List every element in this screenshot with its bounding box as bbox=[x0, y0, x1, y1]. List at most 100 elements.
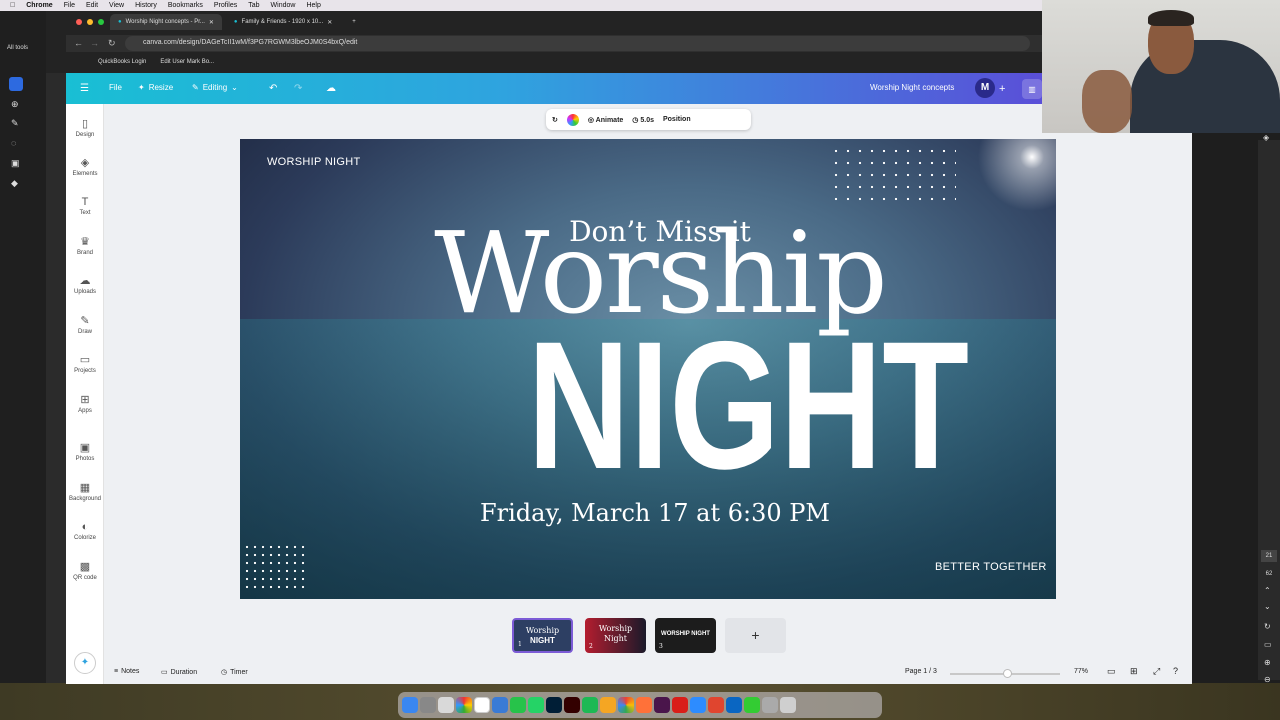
menu-bookmarks[interactable]: Bookmarks bbox=[168, 2, 203, 9]
editing-dropdown[interactable]: ✎ Editing ⌄ bbox=[192, 83, 238, 92]
whatsapp-icon[interactable] bbox=[528, 697, 544, 713]
bookmark-quickbooks[interactable]: QuickBooks Login bbox=[98, 59, 146, 65]
add-collaborator-button[interactable]: + bbox=[999, 83, 1005, 95]
app-blue-icon[interactable] bbox=[726, 697, 742, 713]
forward-icon[interactable]: → bbox=[90, 38, 99, 48]
menu-file[interactable]: File bbox=[64, 2, 75, 9]
nav-apps[interactable]: ⊞ Apps bbox=[66, 394, 104, 414]
redo-icon[interactable]: ↷ bbox=[294, 83, 302, 94]
menu-edit[interactable]: Edit bbox=[86, 2, 98, 9]
magic-assistant-icon[interactable]: ✦ bbox=[74, 652, 96, 674]
launchpad-icon[interactable] bbox=[438, 697, 454, 713]
all-tools-label[interactable]: All tools bbox=[7, 45, 28, 51]
duration-button[interactable]: ◷ 5.0s bbox=[632, 116, 654, 124]
photoshop-icon[interactable] bbox=[546, 697, 562, 713]
menu-profiles[interactable]: Profiles bbox=[214, 2, 237, 9]
fill-tool-icon[interactable]: ◆ bbox=[11, 178, 18, 189]
nav-photos[interactable]: ▣ Photos bbox=[66, 442, 104, 462]
tool-hand-icon[interactable] bbox=[9, 77, 23, 91]
menu-tab[interactable]: Tab bbox=[248, 2, 259, 9]
app-gray-icon[interactable] bbox=[762, 697, 778, 713]
slack-icon[interactable] bbox=[654, 697, 670, 713]
nav-colorize[interactable]: ◐ Colorize bbox=[66, 521, 104, 541]
event-date[interactable]: Friday, March 17 at 6:30 PM bbox=[440, 499, 870, 527]
calendar-alt-icon[interactable] bbox=[492, 697, 508, 713]
page-thumbnail-3[interactable]: WORSHIP NIGHT 3 bbox=[655, 618, 716, 653]
app-red-icon[interactable] bbox=[708, 697, 724, 713]
nav-elements[interactable]: ◈ Elements bbox=[66, 157, 104, 177]
zoom-in-icon[interactable]: ⊕ bbox=[1264, 658, 1271, 667]
design-page[interactable]: WORSHIP NIGHT Worship Don’t Miss it NIGH… bbox=[240, 139, 1056, 599]
undo-icon[interactable]: ↶ bbox=[269, 83, 277, 94]
menu-view[interactable]: View bbox=[109, 2, 124, 9]
file-menu[interactable]: File bbox=[109, 83, 122, 92]
firefox-icon[interactable] bbox=[636, 697, 652, 713]
calendar-icon[interactable] bbox=[474, 697, 490, 713]
bookmark-edit-user[interactable]: Edit User Mark Bo... bbox=[160, 59, 214, 65]
menu-help[interactable]: Help bbox=[306, 2, 320, 9]
page-indicator[interactable]: Page 1 / 3 bbox=[905, 668, 937, 675]
color-wheel-icon[interactable] bbox=[566, 113, 579, 126]
close-window-button[interactable] bbox=[76, 19, 82, 25]
nav-uploads[interactable]: ☁ Uploads bbox=[66, 275, 104, 295]
back-icon[interactable]: ← bbox=[74, 38, 83, 48]
new-tab-button[interactable]: + bbox=[344, 14, 364, 30]
apple-menu[interactable]:  bbox=[10, 2, 15, 9]
illustrator-icon[interactable] bbox=[564, 697, 580, 713]
zoom-tool-icon[interactable]: ⊕ bbox=[11, 99, 19, 110]
analytics-icon[interactable]: ▥ bbox=[1022, 79, 1042, 99]
numbers-icon[interactable] bbox=[744, 697, 760, 713]
close-tab-icon[interactable]: ✕ bbox=[327, 19, 332, 26]
close-tab-icon[interactable]: ✕ bbox=[209, 19, 214, 26]
menu-window[interactable]: Window bbox=[271, 2, 296, 9]
pen-tool-icon[interactable]: ✎ bbox=[11, 118, 19, 129]
pencil-app-icon[interactable] bbox=[600, 697, 616, 713]
zoom-slider-handle[interactable] bbox=[1003, 669, 1012, 678]
nav-projects[interactable]: ▭ Projects bbox=[66, 354, 104, 374]
app-green-icon[interactable] bbox=[582, 697, 598, 713]
timer-button[interactable]: ◷ Timer bbox=[221, 668, 248, 677]
nav-brand[interactable]: ♛ Brand bbox=[66, 236, 104, 256]
replace-icon[interactable]: ↻ bbox=[552, 116, 558, 124]
resize-button[interactable]: ✦ Resize bbox=[138, 83, 173, 92]
add-page-button[interactable]: + bbox=[725, 618, 786, 653]
document-icon[interactable]: ▭ bbox=[1264, 640, 1272, 649]
avatar[interactable]: M bbox=[975, 78, 995, 98]
tagline[interactable]: Don’t Miss it bbox=[540, 215, 780, 248]
layers-icon[interactable]: ◈ bbox=[1263, 133, 1269, 142]
fullscreen-icon[interactable]: ⤢ bbox=[1153, 666, 1160, 677]
messages-icon[interactable] bbox=[510, 697, 526, 713]
nav-draw[interactable]: ✎ Draw bbox=[66, 315, 104, 335]
nav-qr-code[interactable]: ▩ QR code bbox=[66, 561, 104, 581]
chrome-icon[interactable] bbox=[618, 697, 634, 713]
finder-icon[interactable] bbox=[402, 697, 418, 713]
chevron-down-icon[interactable]: ⌄ bbox=[1264, 602, 1271, 611]
animate-button[interactable]: ◎ Animate bbox=[588, 116, 623, 124]
app-menu[interactable]: Chrome bbox=[26, 2, 52, 9]
address-bar[interactable]: canva.com/design/DAGeTcII1wM/f3PG7RGWM3l… bbox=[125, 36, 1030, 51]
pages-view-icon[interactable]: ▭ bbox=[1107, 666, 1116, 677]
trash-icon[interactable] bbox=[780, 697, 796, 713]
crop-tool-icon[interactable]: ▣ bbox=[11, 158, 20, 169]
settings-icon[interactable] bbox=[420, 697, 436, 713]
reload-icon[interactable]: ↻ bbox=[108, 38, 116, 49]
zoom-app-icon[interactable] bbox=[690, 697, 706, 713]
corner-tagline[interactable]: BETTER TOGETHER bbox=[935, 561, 1047, 573]
grid-view-icon[interactable]: ⊞ bbox=[1130, 666, 1138, 677]
cloud-save-icon[interactable]: ☁ bbox=[326, 83, 336, 94]
help-icon[interactable]: ? bbox=[1173, 666, 1178, 676]
chevron-up-icon[interactable]: ⌃ bbox=[1264, 586, 1271, 595]
nav-background[interactable]: ▦ Background bbox=[66, 482, 104, 502]
duration-bottom-button[interactable]: ▭ Duration bbox=[161, 668, 197, 677]
corner-title[interactable]: WORSHIP NIGHT bbox=[267, 156, 361, 168]
photos-app-icon[interactable] bbox=[456, 697, 472, 713]
hamburger-icon[interactable]: ☰ bbox=[80, 83, 89, 94]
notes-button[interactable]: ≡ Notes bbox=[114, 668, 139, 675]
page-thumbnail-2[interactable]: Worship Night 2 bbox=[585, 618, 646, 653]
tab-worship-night[interactable]: ● Worship Night concepts - Pr... ✕ bbox=[110, 14, 222, 30]
headline-night[interactable]: NIGHT bbox=[527, 314, 969, 496]
design-title[interactable]: Worship Night concepts bbox=[870, 83, 954, 92]
nav-design[interactable]: ▯ Design bbox=[66, 118, 104, 138]
acrobat-icon[interactable] bbox=[672, 697, 688, 713]
maximize-window-button[interactable] bbox=[98, 19, 104, 25]
